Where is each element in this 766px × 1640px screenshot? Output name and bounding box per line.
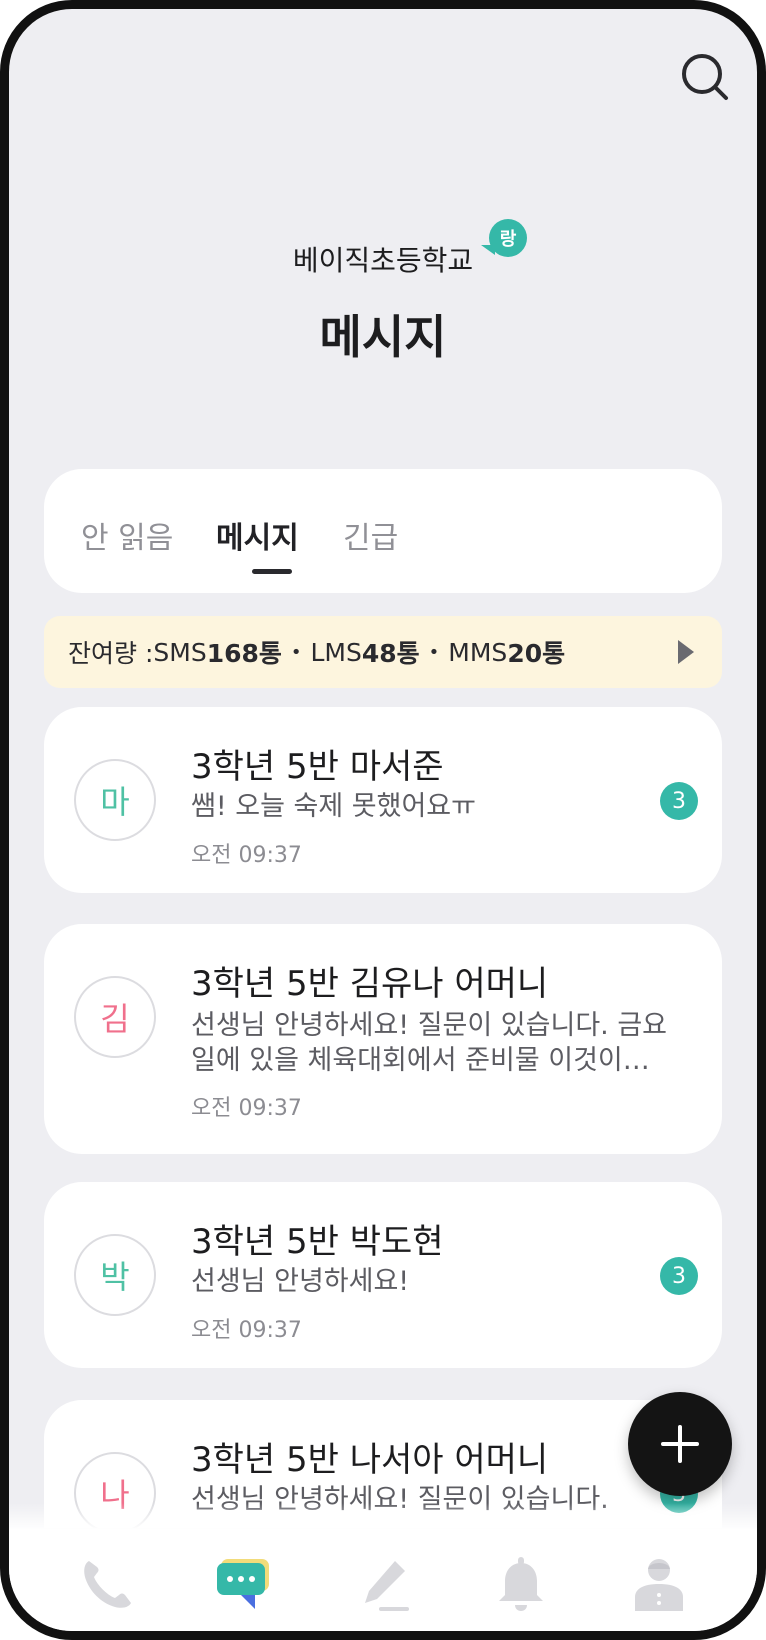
- school-name: 베이직초등학교: [292, 244, 474, 277]
- tab-urgent[interactable]: 긴급: [343, 513, 398, 557]
- avatar: 박: [74, 1234, 156, 1316]
- avatar: 마: [74, 759, 156, 841]
- avatar: 김: [74, 976, 156, 1058]
- nav-profile[interactable]: [627, 1553, 691, 1617]
- active-tab-indicator: [252, 569, 292, 574]
- chat-icon: [217, 1559, 269, 1609]
- tab-messages[interactable]: 메시지: [216, 513, 299, 557]
- tab-bar: 안 읽음 메시지 긴급: [44, 469, 722, 593]
- nav-notifications[interactable]: [489, 1553, 553, 1617]
- pencil-icon: [365, 1561, 409, 1611]
- lms-count: 48통: [361, 639, 420, 668]
- lms-label: LMS: [310, 637, 362, 667]
- play-arrow-icon[interactable]: [678, 640, 694, 664]
- sms-label: SMS: [153, 637, 207, 667]
- sender-name: 3학년 5반 마서준: [191, 747, 444, 787]
- separator-dot: •: [428, 641, 440, 663]
- search-icon: [682, 54, 728, 100]
- tab-unread[interactable]: 안 읽음: [81, 513, 173, 557]
- message-item[interactable]: 박 3학년 5반 박도현 선생님 안녕하세요! 오전 09:37 3: [44, 1182, 722, 1368]
- sender-name: 3학년 5반 박도현: [191, 1222, 444, 1262]
- compose-button[interactable]: [628, 1392, 732, 1496]
- message-preview: 선생님 안녕하세요!: [191, 1266, 410, 1297]
- school-header: 베이직초등학교 랑: [9, 219, 757, 279]
- nav-write[interactable]: [355, 1553, 419, 1617]
- message-preview: 쌤! 오늘 숙제 못했어요ㅠ: [191, 791, 476, 822]
- message-time: 오전 09:37: [191, 1318, 302, 1343]
- bottom-nav: [9, 1503, 757, 1631]
- message-item[interactable]: 김 3학년 5반 김유나 어머니 선생님 안녕하세요! 질문이 있습니다. 금요…: [44, 924, 722, 1154]
- sender-name: 3학년 5반 나서아 어머니: [191, 1440, 549, 1480]
- page-title: 메시지: [319, 310, 447, 364]
- school-badge: 랑: [481, 219, 529, 257]
- mms-label: MMS: [448, 637, 508, 667]
- phone-screen: 베이직초등학교 랑 메시지 안 읽음 메시지 긴급 잔여량 : SMS 168통…: [0, 0, 766, 1640]
- nav-calls[interactable]: [75, 1553, 139, 1617]
- quota-banner[interactable]: 잔여량 : SMS 168통 • LMS 48통 • MMS 20통: [44, 616, 722, 688]
- unread-count-badge: 3: [660, 782, 698, 820]
- phone-icon: [84, 1561, 131, 1608]
- separator-dot: •: [290, 641, 302, 663]
- nav-messages[interactable]: [211, 1553, 275, 1617]
- profile-icon: [635, 1559, 683, 1611]
- unread-count-badge: 3: [660, 1257, 698, 1295]
- mms-count: 20통: [507, 639, 566, 668]
- sender-name: 3학년 5반 김유나 어머니: [191, 964, 549, 1004]
- search-button[interactable]: [677, 49, 733, 105]
- quota-prefix: 잔여량 :: [68, 639, 154, 668]
- message-preview: 선생님 안녕하세요! 질문이 있습니다. 금요일에 있을 체육대회에서 준비물 …: [191, 1010, 668, 1076]
- message-time: 오전 09:37: [191, 843, 302, 868]
- message-item[interactable]: 마 3학년 5반 마서준 쌤! 오늘 숙제 못했어요ㅠ 오전 09:37 3: [44, 707, 722, 893]
- message-time: 오전 09:37: [191, 1096, 302, 1121]
- sms-count: 168통: [206, 639, 282, 668]
- bell-icon: [499, 1557, 543, 1611]
- school-badge-label: 랑: [489, 219, 527, 257]
